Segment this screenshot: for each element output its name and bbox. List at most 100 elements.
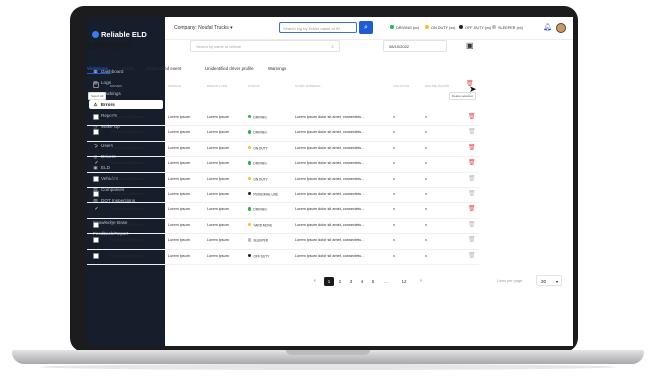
cell-vehicle: Lorem ipsum: [168, 253, 190, 258]
table-row[interactable]: Theodore Williams Lorem ipsum Lorem ipsum D…: [87, 110, 479, 127]
table-row[interactable]: Theodore Williams Lorem ipsum Lorem ipsum O…: [87, 249, 479, 265]
cell-status: DRIVING: [248, 115, 267, 119]
cell-vehicle: Lorem ipsum: [168, 192, 190, 196]
delete-row-trash-icon[interactable]: 🗑︎: [468, 159, 476, 166]
row-checkbox[interactable]: [93, 237, 99, 244]
laptop-shadow: [40, 364, 616, 370]
company-selector[interactable]: Company: Noufal Trucks ▾: [174, 25, 233, 31]
delete-row-trash-icon[interactable]: 🗑︎: [468, 221, 476, 228]
search-button[interactable]: ⌕: [359, 21, 373, 34]
cell-error-type: Lorem ipsum: [207, 222, 229, 227]
table-row[interactable]: Theodore Williams Lorem ipsum Lorem ipsum S…: [87, 233, 479, 250]
previous-page-chevron-icon[interactable]: ‹: [311, 277, 319, 286]
table-row[interactable]: Theodore Williams Lorem ipsum Lorem ipsum D…: [87, 125, 479, 142]
cell-vehicle: Lorem ipsum: [168, 115, 190, 119]
delete-row-trash-icon[interactable]: 🗑︎: [468, 190, 476, 197]
status-legend-item: DRIVING (xx): [390, 25, 419, 30]
row-checkbox[interactable]: [93, 191, 99, 197]
delete-row-trash-icon[interactable]: 🗑︎: [468, 128, 476, 135]
status-label: DRIVING: [253, 161, 267, 166]
status-label: ON DUTY: [253, 176, 268, 181]
logo-mark-icon: [92, 31, 99, 38]
cell-engine: x: [425, 130, 427, 135]
cell-error-type: Lorem ipsum: [207, 192, 229, 196]
tab-warnings[interactable]: Warnings: [268, 66, 286, 71]
cell-address: Lorem ipsum dolor sit amet, consectetu..…: [295, 145, 365, 150]
table-row[interactable]: Theodore Williams Lorem ipsum Lorem ipsum D…: [87, 156, 479, 173]
cell-address: Lorem ipsum dolor sit amet, consectetu..…: [295, 222, 365, 227]
cell-vehicle: Lorem ipsum: [168, 207, 190, 212]
notification-bell-icon[interactable]: 🔔︎: [543, 23, 552, 31]
status-dot-icon: [248, 161, 252, 165]
row-checkbox[interactable]: [93, 114, 99, 120]
page-button-3[interactable]: 3: [347, 277, 355, 286]
laptop-notch: [286, 350, 370, 355]
cell-driver: Theodore Williams: [110, 222, 144, 227]
status-dot-icon: [459, 25, 463, 29]
delete-row-trash-icon[interactable]: 🗑︎: [468, 205, 476, 212]
row-checkbox[interactable]: [93, 129, 99, 136]
row-checkbox[interactable]: [93, 175, 99, 182]
page-button-1[interactable]: 1: [324, 277, 334, 286]
table-row[interactable]: Theodore Williams Lorem ipsum Lorem ipsum Y…: [87, 218, 479, 235]
page-button-5[interactable]: 5: [369, 277, 377, 286]
row-checkbox[interactable]: [93, 160, 99, 167]
tab-unidentified-driver-profile[interactable]: Unidentified driver profile: [205, 66, 254, 71]
row-checkbox[interactable]: [93, 221, 99, 228]
calendar-icon[interactable]: ▣: [466, 41, 474, 50]
delete-row-trash-icon[interactable]: 🗑︎: [468, 252, 476, 259]
cell-vehicle: Lorem ipsum: [168, 238, 190, 243]
cell-violation: x: [393, 253, 395, 258]
delete-row-trash-icon[interactable]: 🗑︎: [468, 236, 476, 243]
top-bar: Company: Noufal Trucks ▾ Search log by D…: [165, 17, 573, 40]
status-dot-icon: [248, 115, 252, 119]
tab-unidentified-event[interactable]: Unidentified event: [146, 66, 181, 71]
app-logo-text: Reliable ELD: [101, 30, 147, 39]
status-legend-label: DRIVING (xx): [396, 26, 420, 30]
page-button-12[interactable]: 12: [400, 277, 408, 286]
status-legend-label: ON DUTY (xx): [431, 26, 456, 30]
cell-address: Lorem ipsum dolor sit amet, consectetu..…: [295, 253, 365, 258]
sidebar-item-errors[interactable]: ⚠ Errors: [89, 100, 163, 109]
driver-search-input[interactable]: Search log by Driver name or ID: [279, 22, 357, 33]
row-checkbox[interactable]: [93, 252, 99, 259]
table-row[interactable]: Theodore Williams Lorem ipsum Lorem ipsum O…: [87, 141, 479, 158]
cell-violation: x: [393, 176, 395, 181]
user-avatar[interactable]: [556, 23, 566, 33]
tab-forms[interactable]: Forms: [122, 66, 134, 71]
status-label: DRIVING: [253, 130, 267, 135]
page-button-4[interactable]: 4: [358, 277, 366, 286]
tab-violations[interactable]: Violations: [87, 66, 108, 71]
table-row[interactable]: Theodore Williams Lorem ipsum Lorem ipsum P…: [87, 187, 479, 204]
cell-driver: Theodore Williams: [110, 207, 144, 212]
cell-violation: x: [393, 161, 395, 166]
page-button-ellipsis: ...: [384, 279, 388, 284]
table-row[interactable]: Theodore Williams Lorem ipsum Lorem ipsum D…: [87, 202, 479, 219]
page-button-2[interactable]: 2: [336, 277, 344, 286]
status-dot-icon: [248, 145, 252, 150]
delete-row-trash-icon[interactable]: 🗑︎: [468, 113, 476, 120]
cell-violation: x: [393, 115, 395, 119]
status-label: OFF DUTY: [253, 253, 270, 258]
delete-row-trash-icon[interactable]: 🗑︎: [468, 175, 476, 182]
status-dot-icon: [248, 130, 252, 134]
cell-violation: x: [393, 130, 395, 135]
cell-driver: Theodore Williams: [110, 115, 144, 119]
cell-driver: Theodore Williams: [110, 253, 144, 258]
cell-address: Lorem ipsum dolor sit amet, consectetu..…: [295, 207, 365, 212]
date-field[interactable]: 08/10/2022: [383, 40, 447, 52]
app-logo[interactable]: Reliable ELD: [92, 30, 147, 39]
cell-status: DRIVING: [248, 207, 267, 212]
table-row[interactable]: Theodore Williams Lorem ipsum Lorem ipsum O…: [87, 172, 479, 188]
lines-per-page-select[interactable]: 20 ▾: [536, 275, 562, 286]
status-legend-label: SLEEPER (xx): [498, 26, 523, 30]
cell-vehicle: Lorem ipsum: [168, 130, 190, 135]
row-checkbox[interactable]: [93, 206, 99, 213]
select-all-checkbox[interactable]: [93, 82, 99, 88]
error-search-input[interactable]: Search by name or vehicle ⌕: [190, 40, 340, 52]
delete-row-trash-icon[interactable]: 🗑︎: [468, 144, 476, 151]
next-page-chevron-icon[interactable]: ›: [417, 277, 425, 286]
cell-status: PERSONAL USE: [248, 192, 278, 196]
lines-per-page-value: 20: [541, 279, 547, 284]
row-checkbox[interactable]: [93, 144, 99, 151]
